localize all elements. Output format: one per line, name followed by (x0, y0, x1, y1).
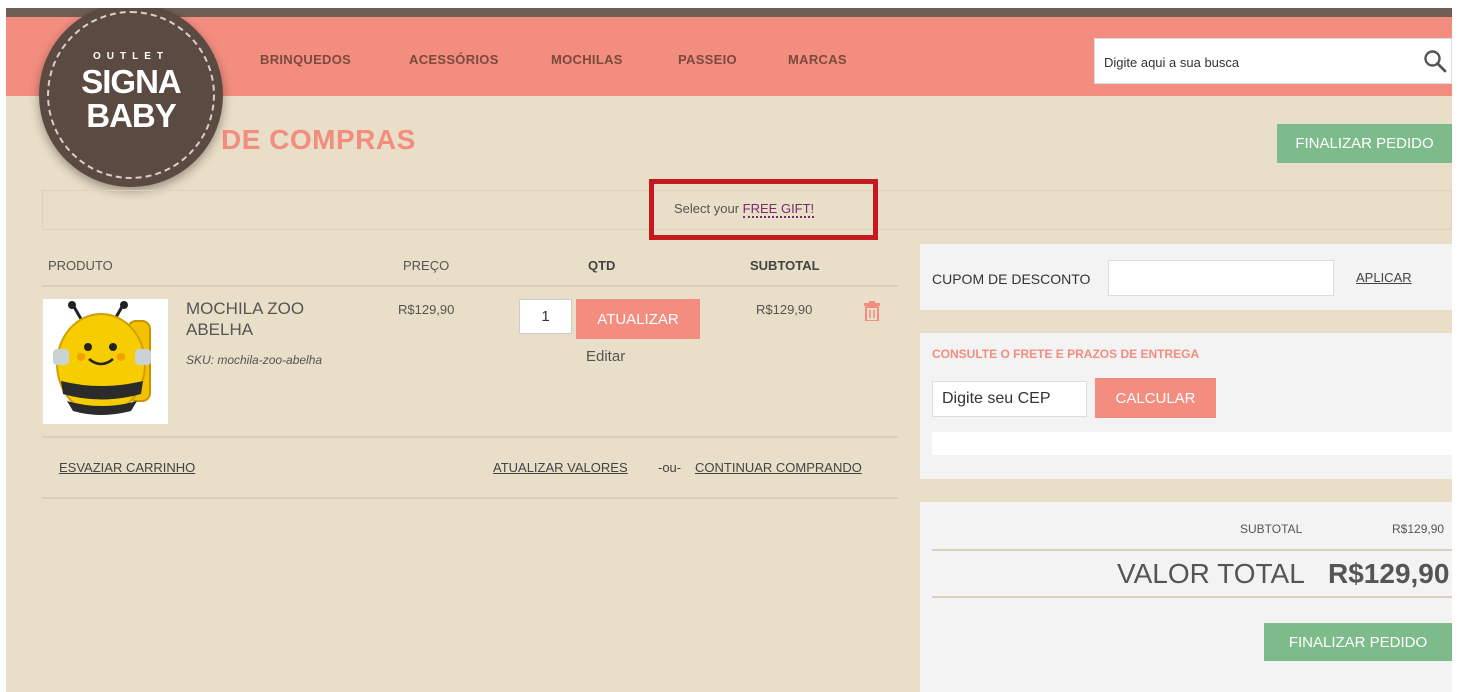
or-separator: -ou- (658, 460, 682, 475)
update-qty-button[interactable]: ATUALIZAR (576, 299, 700, 339)
top-strip (6, 8, 1452, 17)
col-header-qty: QTD (588, 258, 616, 273)
product-name-line1: MOCHILA ZOO (186, 299, 305, 318)
coupon-input[interactable] (1108, 260, 1334, 296)
total-label: VALOR TOTAL (1117, 558, 1305, 589)
edit-link[interactable]: Editar (586, 348, 625, 365)
product-name[interactable]: MOCHILA ZOO ABELHA (186, 298, 304, 340)
page-title: DE COMPRAS (221, 124, 416, 155)
bee-backpack-image (53, 301, 151, 415)
quantity-input[interactable] (519, 299, 572, 334)
trash-icon[interactable] (864, 301, 880, 321)
totals-divider-1 (932, 549, 1452, 551)
nav-passeio[interactable]: PASSEIO (678, 52, 737, 67)
empty-cart-link[interactable]: ESVAZIAR CARRINHO (59, 460, 195, 475)
table-divider-bottom (42, 497, 898, 499)
logo-signa-text: SIGNA (81, 63, 182, 100)
coupon-panel: CUPOM DE DESCONTO APLICAR (920, 244, 1452, 310)
totals-divider-2 (932, 596, 1452, 598)
search-box (1094, 38, 1452, 85)
product-price: R$129,90 (398, 302, 455, 317)
totals-panel: SUBTOTAL R$129,90 VALOR TOTAL R$129,90 F… (920, 502, 1452, 692)
logo-outlet-text: OUTLET (93, 51, 169, 62)
logo-baby-text: BABY (86, 97, 177, 134)
shipping-title: CONSULTE O FRETE E PRAZOS DE ENTREGA (932, 347, 1200, 361)
nav-brinquedos[interactable]: BRINQUEDOS (260, 52, 351, 67)
gift-prefix: Select your (674, 201, 740, 216)
nav-mochilas[interactable]: MOCHILAS (551, 52, 623, 67)
free-gift-link[interactable]: FREE GIFT! (742, 201, 815, 218)
col-header-subtotal: SUBTOTAL (750, 258, 820, 273)
product-image[interactable] (43, 299, 168, 424)
col-header-product: PRODUTO (48, 258, 113, 273)
cep-input[interactable] (932, 381, 1087, 417)
page-background: BRINQUEDOS ACESSÓRIOS MOCHILAS PASSEIO M… (6, 8, 1452, 692)
nav-marcas[interactable]: MARCAS (788, 52, 847, 67)
search-icon[interactable] (1423, 49, 1447, 73)
checkout-button-bottom[interactable]: FINALIZAR PEDIDO (1264, 623, 1452, 661)
nav-acessorios[interactable]: ACESSÓRIOS (409, 52, 499, 67)
subtotal-value: R$129,90 (1392, 522, 1445, 536)
signa-baby-logo[interactable]: OUTLET SIGNA BABY (39, 8, 223, 187)
shipping-results-area (932, 432, 1452, 455)
col-header-price: PREÇO (403, 258, 450, 273)
continue-shopping-link[interactable]: CONTINUAR COMPRANDO (695, 460, 862, 475)
calculate-shipping-button[interactable]: CALCULAR (1095, 378, 1216, 418)
product-name-line2: ABELHA (186, 320, 254, 339)
checkout-button-top[interactable]: FINALIZAR PEDIDO (1277, 124, 1452, 163)
table-divider-top (42, 285, 898, 287)
gift-message: Select your FREE GIFT! (674, 201, 815, 218)
coupon-label: CUPOM DE DESCONTO (932, 271, 1091, 287)
product-sku: SKU: mochila-zoo-abelha (186, 353, 323, 367)
total-value: R$129,90 (1328, 558, 1450, 589)
product-subtotal: R$129,90 (756, 302, 813, 317)
apply-coupon-link[interactable]: APLICAR (1356, 270, 1412, 285)
subtotal-label: SUBTOTAL (1240, 522, 1303, 536)
shipping-panel: CONSULTE O FRETE E PRAZOS DE ENTREGA CAL… (920, 333, 1452, 479)
table-divider-middle (42, 436, 898, 438)
update-values-link[interactable]: ATUALIZAR VALORES (493, 460, 628, 475)
search-input[interactable] (1095, 39, 1426, 85)
